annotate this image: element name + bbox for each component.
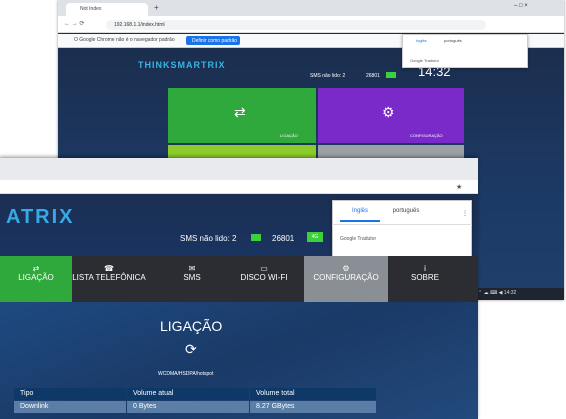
brand-logo: THINKSMARTRIX [138, 60, 226, 70]
translate-tab-english[interactable]: Inglês [340, 208, 380, 222]
network-badge: 4G [307, 232, 323, 242]
arrows-exchange-icon: ⇄ [234, 104, 246, 120]
table-header-volume-total: Volume total [250, 388, 376, 400]
sms-unread-text: SMS não lido: 2 [310, 73, 346, 79]
sms-badge [251, 234, 261, 241]
nav-configuracao[interactable]: ⚙ CONFIGURAÇÃO [304, 256, 388, 302]
nav-label: DISCO WI-FI [240, 273, 288, 282]
tile-label: LIGAÇÃO [280, 133, 298, 138]
counter-text: 26801 [272, 234, 295, 243]
table-cell-volume-total: 8.27 GBytes [250, 401, 376, 413]
nav-sms[interactable]: ✉ SMS [160, 256, 224, 302]
nav-disco-wifi[interactable]: ▭ DISCO WI-FI [226, 256, 302, 302]
nav-lista-telefonica[interactable]: ☎ LISTA TELEFÔNICA [72, 256, 146, 302]
nav-arrows-icon[interactable]: ← → ⟳ [64, 20, 84, 27]
table-header-tipo: Tipo [14, 388, 126, 400]
tile-configuracao[interactable]: ⚙ CONFIGURAÇÃO [318, 88, 464, 143]
default-browser-notice: O Google Chrome não é o navegador padrão [74, 37, 175, 43]
bookmark-star-icon[interactable]: ★ [456, 183, 462, 191]
browser-tab[interactable]: Not Index [66, 3, 148, 16]
foreground-browser-window: ★ ATRIX SMS não lido: 2 26801 4G Inglês … [0, 158, 478, 419]
table-cell-tipo: Downlink [14, 401, 126, 413]
nav-sobre[interactable]: i SOBRE [392, 256, 458, 302]
translate-menu-icon[interactable]: ⋮ [462, 210, 468, 217]
nav-ligacao[interactable]: ⇄ LIGAÇÃO [0, 256, 72, 302]
disk-icon: ▭ [260, 264, 268, 273]
refresh-icon[interactable]: ⟳ [185, 341, 197, 358]
page-title: LIGAÇÃO [160, 318, 223, 334]
nav-label: CONFIGURAÇÃO [313, 273, 379, 282]
nav-label: LISTA TELEFÔNICA [72, 273, 146, 282]
network-mode-text: WCDMA/HSDPA/hotspot [158, 371, 214, 377]
window-controls[interactable]: – □ × [514, 3, 528, 9]
signal-badge [386, 72, 396, 78]
translate-footer: Google Tradutor [340, 236, 377, 242]
address-bar[interactable]: 192.168.1.1/index.html [106, 20, 486, 30]
tab-strip [0, 158, 478, 180]
brand-logo: ATRIX [6, 206, 75, 228]
counter-text: 26801 [366, 73, 380, 79]
tile-label: CONFIGURAÇÃO [410, 133, 443, 138]
tile-ligacao[interactable]: ⇄ LIGAÇÃO [168, 88, 316, 143]
info-icon: i [424, 264, 426, 273]
translate-tab-portuguese[interactable]: português [444, 38, 462, 43]
translate-tab-english[interactable]: Inglês [416, 38, 427, 43]
set-default-button[interactable]: Definir como padrão [186, 36, 240, 45]
translate-footer: Google Tradutor [410, 58, 439, 63]
system-tray[interactable]: ⌃ ☁ ⌨ ◀ 14:32 [478, 290, 516, 296]
toolbar [0, 180, 478, 194]
sms-unread-text: SMS não lido: 2 [180, 234, 237, 243]
gear-icon: ⚙ [342, 264, 350, 273]
nav-label: SOBRE [410, 273, 439, 282]
translate-tab-portuguese[interactable]: português [384, 208, 428, 222]
gear-icon: ⚙ [382, 104, 395, 120]
table-header-volume-atual: Volume atual [127, 388, 249, 400]
arrows-exchange-icon: ⇄ [32, 264, 40, 273]
table-cell-volume-atual: 0 Bytes [127, 401, 249, 413]
envelope-icon: ✉ [188, 264, 196, 273]
nav-label: LIGAÇÃO [18, 273, 54, 282]
nav-label: SMS [183, 273, 201, 282]
new-tab-button[interactable]: + [154, 3, 159, 12]
translate-divider [332, 224, 472, 225]
phone-icon: ☎ [104, 264, 114, 273]
